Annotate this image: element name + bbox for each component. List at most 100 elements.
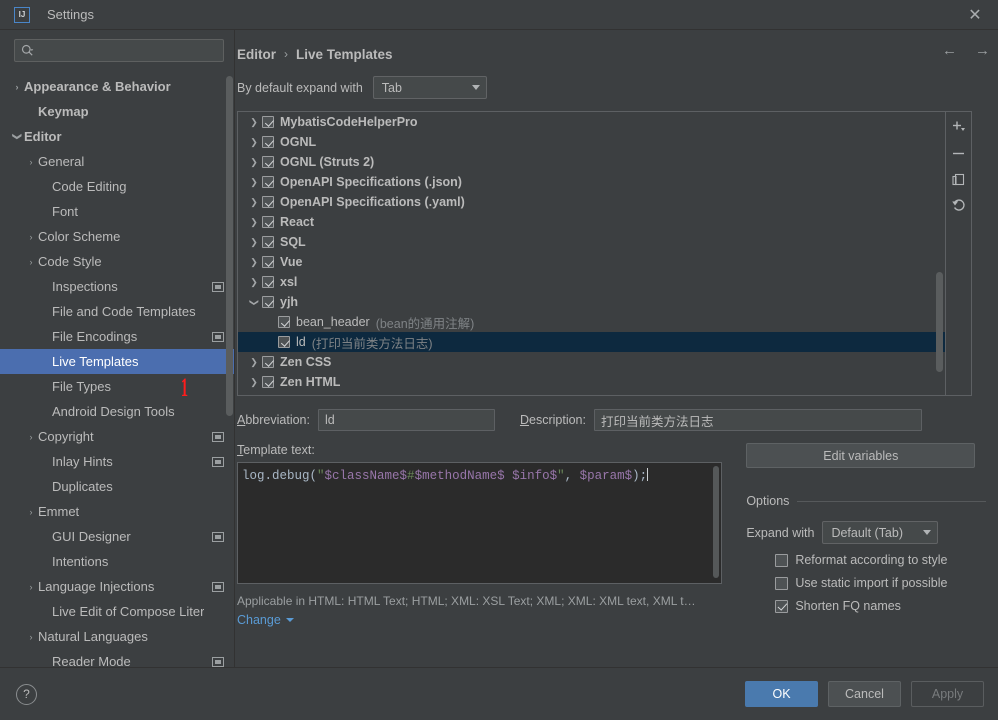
sidebar-item-intentions[interactable]: Intentions bbox=[0, 549, 234, 574]
sidebar-scrollbar[interactable] bbox=[226, 76, 233, 416]
option-checkbox-row[interactable]: Reformat according to style bbox=[775, 553, 986, 567]
sidebar-item-general[interactable]: › General bbox=[0, 149, 234, 174]
template-list-scrollbar[interactable] bbox=[936, 272, 943, 372]
default-expand-dropdown[interactable]: Tab bbox=[372, 76, 487, 99]
expand-with-dropdown[interactable]: Default (Tab) bbox=[822, 521, 939, 544]
template-row[interactable]: ld (打印当前类方法日志) bbox=[238, 332, 945, 352]
template-checkbox[interactable] bbox=[262, 276, 274, 288]
chevron-right-icon[interactable]: ❯ bbox=[246, 117, 262, 128]
template-checkbox[interactable] bbox=[278, 336, 290, 348]
template-row[interactable]: ❯ OGNL (Struts 2) bbox=[238, 152, 945, 172]
arrow-right-icon[interactable]: → bbox=[975, 42, 990, 59]
chevron-right-icon[interactable]: ❯ bbox=[246, 237, 262, 248]
add-template-button[interactable] bbox=[947, 114, 971, 140]
sidebar-item-reader-mode[interactable]: Reader Mode bbox=[0, 649, 234, 667]
chevron-right-icon[interactable]: ❯ bbox=[246, 257, 262, 268]
template-checkbox[interactable] bbox=[262, 236, 274, 248]
settings-tree[interactable]: › Appearance & Behavior Keymap ❯ Editor › Gene… bbox=[0, 70, 234, 667]
template-checkbox[interactable] bbox=[262, 216, 274, 228]
chevron-right-icon[interactable]: ❯ bbox=[246, 157, 262, 168]
sidebar-item-code-style[interactable]: › Code Style bbox=[0, 249, 234, 274]
template-row[interactable]: ❯ MybatisCodeHelperPro bbox=[238, 112, 945, 132]
template-row[interactable]: ❯ Zen CSS bbox=[238, 352, 945, 372]
change-context-link[interactable]: Change bbox=[237, 613, 294, 627]
apply-button[interactable]: Apply bbox=[911, 681, 984, 707]
chevron-right-icon[interactable]: ❯ bbox=[246, 217, 262, 228]
breadcrumb-parent[interactable]: Editor bbox=[237, 47, 276, 62]
template-row[interactable]: ❯ React bbox=[238, 212, 945, 232]
template-row[interactable]: ❯ xsl bbox=[238, 272, 945, 292]
description-input[interactable] bbox=[593, 409, 922, 431]
sidebar-item-file-and-code-templates[interactable]: File and Code Templates bbox=[0, 299, 234, 324]
search-input[interactable] bbox=[38, 42, 217, 59]
sidebar-item-editor[interactable]: ❯ Editor bbox=[0, 124, 234, 149]
arrow-left-icon[interactable]: ← bbox=[942, 42, 957, 59]
template-row[interactable]: ❯ OGNL bbox=[238, 132, 945, 152]
ok-button[interactable]: OK bbox=[745, 681, 818, 707]
sidebar-item-gui-designer[interactable]: GUI Designer bbox=[0, 524, 234, 549]
search-box[interactable] bbox=[14, 39, 224, 62]
template-checkbox[interactable] bbox=[262, 156, 274, 168]
template-checkbox[interactable] bbox=[262, 176, 274, 188]
template-checkbox[interactable] bbox=[262, 296, 274, 308]
sidebar-item-duplicates[interactable]: Duplicates bbox=[0, 474, 234, 499]
template-row[interactable]: ❯ OpenAPI Specifications (.yaml) bbox=[238, 192, 945, 212]
sidebar-item-keymap[interactable]: Keymap bbox=[0, 99, 234, 124]
chevron-right-icon[interactable]: ❯ bbox=[246, 177, 262, 188]
edit-variables-button[interactable]: Edit variables bbox=[746, 443, 976, 468]
chevron-right-icon[interactable]: ❯ bbox=[246, 357, 262, 368]
cancel-button[interactable]: Cancel bbox=[828, 681, 901, 707]
chevron-right-icon[interactable]: › bbox=[10, 82, 24, 92]
template-list[interactable]: ❯ MybatisCodeHelperPro ❯ OGNL ❯ OGNL (Struts … bbox=[237, 111, 946, 396]
revert-template-button[interactable] bbox=[947, 192, 971, 218]
chevron-right-icon[interactable]: › bbox=[24, 582, 38, 592]
sidebar-item-emmet[interactable]: › Emmet bbox=[0, 499, 234, 524]
option-checkbox-row[interactable]: Use static import if possible bbox=[775, 576, 986, 590]
chevron-right-icon[interactable]: ❯ bbox=[246, 277, 262, 288]
template-text-editor[interactable]: log.debug("$className$#$methodName$ $inf… bbox=[237, 462, 722, 584]
template-checkbox[interactable] bbox=[262, 196, 274, 208]
chevron-right-icon[interactable]: › bbox=[24, 507, 38, 517]
chevron-right-icon[interactable]: › bbox=[24, 257, 38, 267]
option-checkbox[interactable] bbox=[775, 599, 789, 613]
sidebar-item-inlay-hints[interactable]: Inlay Hints bbox=[0, 449, 234, 474]
sidebar-item-code-editing[interactable]: Code Editing bbox=[0, 174, 234, 199]
template-text-scrollbar[interactable] bbox=[713, 466, 719, 578]
template-row[interactable]: ❯ Zen HTML bbox=[238, 372, 945, 392]
template-checkbox[interactable] bbox=[262, 356, 274, 368]
template-row[interactable]: ❯ OpenAPI Specifications (.json) bbox=[238, 172, 945, 192]
option-checkbox[interactable] bbox=[775, 553, 789, 567]
template-row[interactable]: ❯ SQL bbox=[238, 232, 945, 252]
sidebar-item-language-injections[interactable]: › Language Injections bbox=[0, 574, 234, 599]
copy-template-button[interactable] bbox=[947, 166, 971, 192]
sidebar-item-inspections[interactable]: Inspections bbox=[0, 274, 234, 299]
option-checkbox-row[interactable]: Shorten FQ names bbox=[775, 599, 986, 613]
sidebar-item-android-design-tools[interactable]: Android Design Tools bbox=[0, 399, 234, 424]
template-row[interactable]: ❯ yjh bbox=[238, 292, 945, 312]
close-icon[interactable]: ✕ bbox=[958, 1, 992, 29]
template-row[interactable]: bean_header (bean的通用注解) bbox=[238, 312, 945, 332]
sidebar-item-color-scheme[interactable]: › Color Scheme bbox=[0, 224, 234, 249]
chevron-right-icon[interactable]: › bbox=[24, 232, 38, 242]
sidebar-item-file-encodings[interactable]: File Encodings bbox=[0, 324, 234, 349]
sidebar-item-font[interactable]: Font bbox=[0, 199, 234, 224]
sidebar-item-natural-languages[interactable]: › Natural Languages bbox=[0, 624, 234, 649]
remove-template-button[interactable] bbox=[947, 140, 971, 166]
template-checkbox[interactable] bbox=[262, 116, 274, 128]
template-checkbox[interactable] bbox=[262, 376, 274, 388]
template-checkbox[interactable] bbox=[262, 136, 274, 148]
sidebar-item-live-templates[interactable]: Live Templates bbox=[0, 349, 234, 374]
sidebar-item-live-edit-of-compose-liter[interactable]: Live Edit of Compose Liter bbox=[0, 599, 234, 624]
template-checkbox[interactable] bbox=[262, 256, 274, 268]
option-checkbox[interactable] bbox=[775, 576, 789, 590]
sidebar-item-appearance-behavior[interactable]: › Appearance & Behavior bbox=[0, 74, 234, 99]
chevron-right-icon[interactable]: ❯ bbox=[246, 377, 262, 388]
chevron-right-icon[interactable]: › bbox=[24, 632, 38, 642]
template-checkbox[interactable] bbox=[278, 316, 290, 328]
sidebar-item-copyright[interactable]: › Copyright bbox=[0, 424, 234, 449]
chevron-right-icon[interactable]: › bbox=[24, 432, 38, 442]
chevron-right-icon[interactable]: › bbox=[24, 157, 38, 167]
chevron-right-icon[interactable]: ❯ bbox=[246, 197, 262, 208]
template-row[interactable]: ❯ Vue bbox=[238, 252, 945, 272]
chevron-down-icon[interactable]: ❯ bbox=[12, 130, 23, 144]
